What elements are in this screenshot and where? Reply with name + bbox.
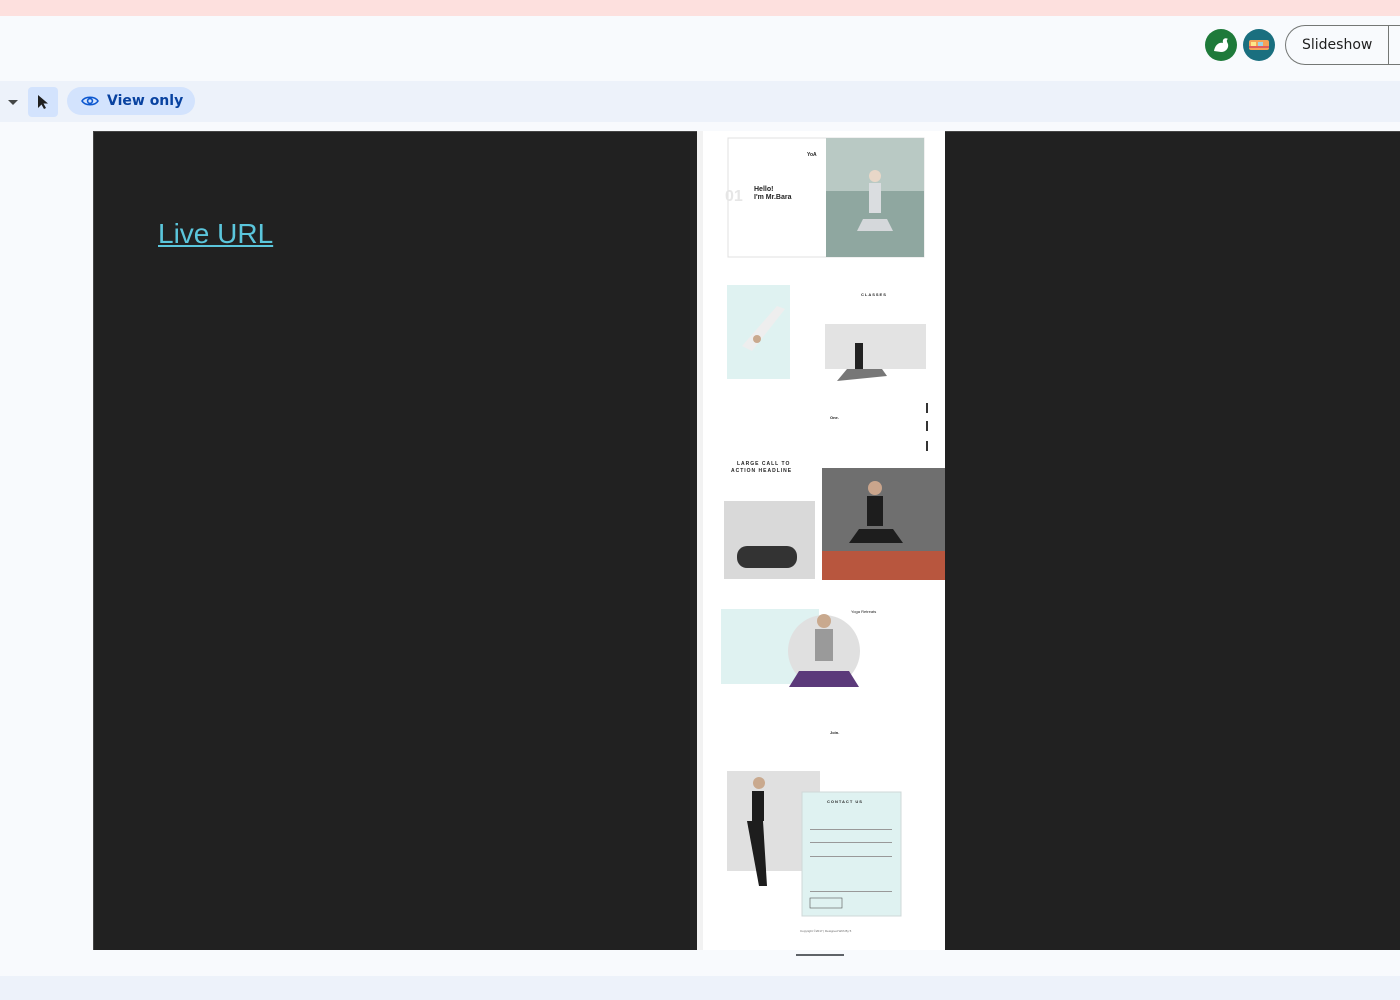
bottom-bar <box>0 976 1400 1000</box>
mockup-join-label: Join. <box>830 730 840 735</box>
collaborator-avatar[interactable] <box>1243 29 1275 61</box>
mockup-classes-title: CLASSES <box>861 292 887 297</box>
cursor-icon <box>38 95 48 109</box>
slideshow-label: Slideshow <box>1302 37 1373 53</box>
toolbar <box>0 81 1400 122</box>
top-header <box>0 16 1400 81</box>
scroll-indicator[interactable] <box>796 954 844 956</box>
squirrel-icon <box>1214 38 1229 52</box>
mockup-graphics <box>697 131 945 950</box>
mockup-one-label: One. <box>830 415 839 420</box>
mockup-cta-line2: ACTION HEADLINE <box>731 468 793 474</box>
mockup-brand: YoA <box>807 152 817 158</box>
notification-banner <box>0 0 1400 16</box>
view-only-chip[interactable]: View only <box>67 87 195 115</box>
mockup-footer: Copyright ©2017 | Designed With By 5 <box>800 929 852 933</box>
mockup-hero-number: 01 <box>725 188 743 205</box>
mockup-cta-line1: LARGE CALL TO <box>737 461 791 467</box>
collaborator-avatar[interactable] <box>1205 29 1237 61</box>
slideshow-divider <box>1388 25 1389 65</box>
mockup-hero-greeting: Hello! <box>754 186 774 193</box>
mockup-yoga-retreats: Yoga Retreats <box>851 609 877 614</box>
website-mockup-image: YoA 01 Hello! I'm Mr.Bara CLASSES One. L… <box>697 131 945 950</box>
eye-icon <box>81 96 99 106</box>
view-only-label: View only <box>107 93 184 109</box>
mockup-contact-title: CONTACT US <box>827 799 863 804</box>
live-url-link[interactable]: Live URL <box>158 218 273 250</box>
select-tool-button[interactable] <box>28 87 58 117</box>
chevron-down-icon[interactable] <box>8 100 18 105</box>
slideshow-button[interactable]: Slideshow <box>1285 25 1400 65</box>
mockup-hero-name: I'm Mr.Bara <box>754 194 792 201</box>
bus-icon <box>1249 40 1269 50</box>
